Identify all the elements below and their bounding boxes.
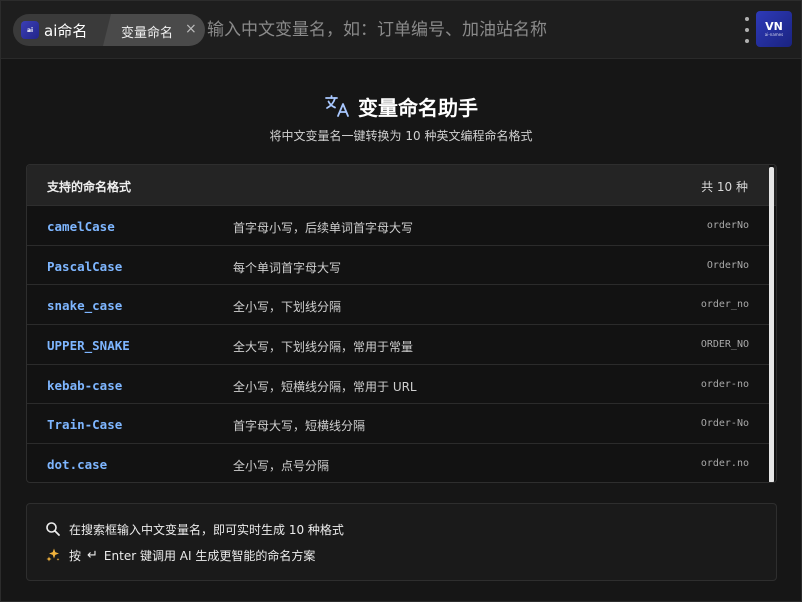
mode-tag-label: 变量命名 (121, 26, 174, 41)
format-description: 全小写，短横线分隔，常用于 URL (233, 379, 417, 394)
app-window: ai ai命名 变量命名 × VN ai-names 变量命名助手 将中文变量名… (0, 0, 802, 602)
format-example: OrderNo (706, 259, 749, 271)
format-row[interactable]: camelCase 首字母小写，后续单词首字母大写 orderNo (27, 206, 769, 246)
avatar[interactable]: VN ai-names (756, 11, 792, 47)
format-name: UPPER_SNAKE (47, 338, 130, 354)
tip-ai-prefix: 按 (69, 548, 82, 563)
formats-panel: 支持的命名格式 共 10 种 camelCase 首字母小写，后续单词首字母大写… (26, 164, 777, 483)
more-vertical-icon[interactable] (743, 17, 751, 43)
formats-list: camelCase 首字母小写，后续单词首字母大写 orderNo Pascal… (27, 206, 769, 482)
formats-panel-title: 支持的命名格式 (47, 180, 132, 194)
formats-panel-header: 支持的命名格式 共 10 种 (27, 165, 776, 206)
app-logo-text: ai (26, 26, 34, 34)
mode-tag[interactable]: 变量命名 × (103, 14, 205, 46)
close-icon[interactable]: × (185, 21, 197, 37)
page-subtitle: 将中文变量名一键转换为 10 种英文编程命名格式 (269, 129, 533, 143)
format-row[interactable]: dot.case 全小写，点号分隔 order.no (27, 444, 769, 482)
format-example: order-no (700, 378, 749, 390)
format-example: order_no (700, 299, 749, 311)
format-description: 首字母小写，后续单词首字母大写 (233, 221, 414, 235)
format-row[interactable]: kebab-case 全小写，短横线分隔，常用于 URL order-no (27, 365, 769, 405)
search-input[interactable] (207, 15, 727, 45)
search-icon (46, 522, 60, 536)
format-row[interactable]: UPPER_SNAKE 全大写，下划线分隔，常用于常量 ORDER_NO (27, 325, 769, 365)
format-example: Order-No (700, 418, 749, 430)
avatar-initials: VN (765, 19, 783, 33)
app-pill[interactable]: ai ai命名 变量命名 × (13, 14, 205, 46)
format-example: ORDER_NO (700, 339, 749, 351)
formats-count-badge: 共 10 种 (701, 180, 748, 194)
format-row[interactable]: PascalCase 每个单词首字母大写 OrderNo (27, 246, 769, 286)
format-name: dot.case (47, 457, 108, 473)
app-name: ai命名 (44, 22, 88, 40)
sparkle-icon (46, 548, 60, 562)
format-description: 首字母大写，短横线分隔 (233, 419, 366, 434)
format-example: order.no (700, 458, 749, 470)
format-name: snake_case (47, 298, 123, 314)
avatar-subtext: ai-names (764, 31, 784, 37)
tip-ai-text: Enter 键调用 AI 生成更智能的命名方案 (103, 548, 316, 563)
format-description: 全大写，下划线分隔，常用于常量 (233, 340, 414, 355)
tip-ai: 按 ↵ Enter 键调用 AI 生成更智能的命名方案 (45, 546, 315, 564)
tip-search: 在搜索框输入中文变量名，即可实时生成 10 种格式 (45, 520, 344, 538)
format-row[interactable]: Train-Case 首字母大写，短横线分隔 Order-No (27, 404, 769, 445)
enter-key-icon: ↵ (87, 547, 98, 563)
tips-panel: 在搜索框输入中文变量名，即可实时生成 10 种格式 按 ↵ Enter 键调用 … (26, 503, 777, 581)
format-row[interactable]: snake_case 全小写，下划线分隔 order_no (27, 285, 769, 326)
format-name: PascalCase (47, 258, 123, 274)
formats-scrollbar[interactable] (769, 165, 774, 482)
hero-title-row: 变量命名助手 (1, 91, 801, 121)
tip-search-text: 在搜索框输入中文变量名，即可实时生成 10 种格式 (69, 522, 344, 537)
format-name: camelCase (47, 219, 115, 234)
format-name: kebab-case (47, 377, 123, 393)
format-description: 全小写，下划线分隔 (233, 300, 342, 315)
format-description: 全小写，点号分隔 (233, 459, 330, 474)
top-bar: ai ai命名 变量命名 × VN ai-names (1, 1, 801, 59)
scrollbar-thumb[interactable] (769, 167, 774, 482)
format-description: 每个单词首字母大写 (233, 260, 342, 275)
format-name: Train-Case (47, 417, 123, 433)
translate-icon (325, 95, 349, 117)
page-title: 变量命名助手 (358, 95, 478, 120)
app-logo-icon: ai (21, 21, 39, 39)
format-example: orderNo (706, 220, 749, 231)
